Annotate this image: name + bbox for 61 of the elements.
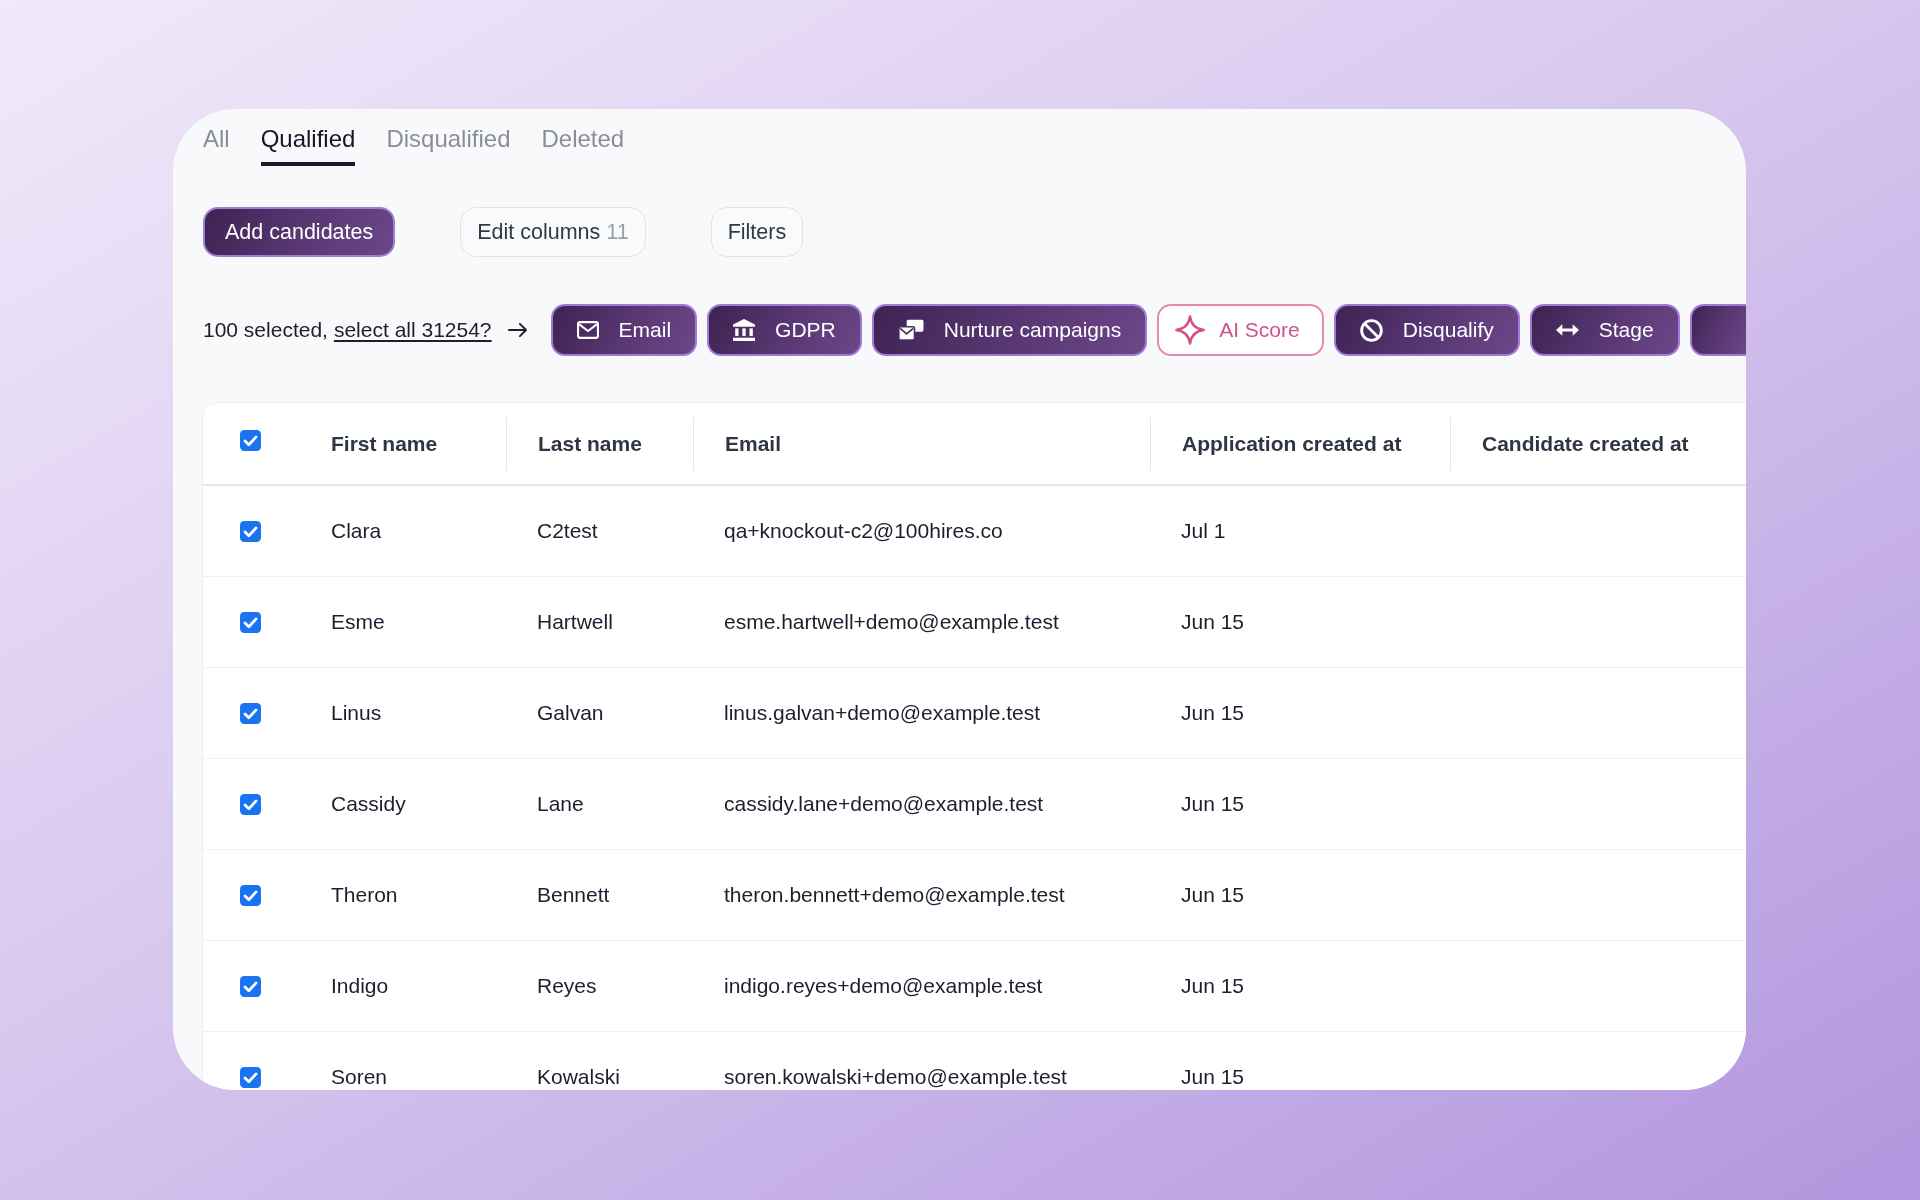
action-button[interactable]: Stage [1529, 304, 1680, 356]
table-cell: Clara [331, 519, 382, 543]
table-cell: Lane [537, 792, 584, 816]
table-cell: Linus [331, 701, 382, 725]
table-cell: Bennett [537, 883, 610, 907]
table-cell: Reyes [537, 974, 597, 998]
table-cell: soren.kowalski+demo@example.test [724, 1065, 1067, 1089]
row-checkbox[interactable] [240, 793, 261, 815]
envelopes-icon [897, 319, 924, 341]
table-cell: Hartwell [537, 610, 613, 634]
table-cell: Jun 15 [1181, 610, 1245, 634]
table-cell: Jun 15 [1181, 883, 1245, 907]
column-header: First name [331, 431, 438, 456]
row-checkbox[interactable] [240, 611, 261, 633]
action-button[interactable]: GDPR [707, 304, 862, 356]
table-cell: Jun 15 [1181, 1065, 1245, 1089]
prohibited-icon [1359, 318, 1383, 342]
table-cell: Jun 15 [1181, 974, 1245, 998]
table-cell: Indigo [331, 974, 389, 998]
toolbar-button[interactable]: Filters [710, 207, 804, 257]
select-all-checkbox[interactable] [240, 430, 261, 451]
row-checkbox[interactable] [240, 884, 261, 906]
table-cell: C2test [537, 519, 598, 543]
column-header: Last name [538, 431, 642, 456]
building-columns-icon [733, 319, 756, 341]
table-cell: cassidy.lane+demo@example.test [724, 792, 1044, 816]
add-button[interactable]: Add candidates [203, 207, 396, 257]
action-button[interactable] [1689, 304, 1746, 356]
table-cell: qa+knockout-c2@100hires.co [724, 519, 1003, 543]
double-arrow-icon [1555, 324, 1579, 336]
select-all-link[interactable]: select all 31254? [333, 318, 492, 341]
table-cell: linus.galvan+demo@example.test [724, 701, 1041, 725]
row-checkbox[interactable] [240, 975, 261, 997]
table-cell: Soren [331, 1065, 388, 1089]
action-button[interactable]: Nurture campaigns [871, 304, 1148, 356]
table-cell: Jun 15 [1181, 792, 1245, 816]
sparkle-icon [1175, 315, 1206, 345]
table-cell: Kowalski [537, 1065, 620, 1089]
action-button[interactable]: Email [550, 304, 698, 356]
toolbar-button[interactable]: Edit columns 11 [460, 207, 646, 257]
arrow-right-icon [507, 322, 528, 338]
tab[interactable]: Qualified [260, 125, 356, 166]
action-button[interactable]: AI Score [1157, 304, 1324, 356]
row-checkbox[interactable] [240, 520, 261, 542]
row-checkbox[interactable] [240, 702, 261, 724]
table-cell: Theron [331, 883, 398, 907]
row-checkbox[interactable] [240, 1066, 261, 1088]
selection-summary: 100 selected, select all 31254? [203, 318, 492, 342]
table-cell: theron.bennett+demo@example.test [724, 883, 1065, 907]
action-button[interactable]: Disqualify [1333, 304, 1520, 356]
table-cell: esme.hartwell+demo@example.test [724, 610, 1059, 634]
envelope-icon [576, 321, 599, 339]
column-header: Email [725, 431, 782, 456]
table-cell: Cassidy [331, 792, 406, 816]
column-header: Candidate created at [1482, 431, 1689, 456]
table-cell: Jul 1 [1181, 519, 1226, 543]
column-header: Application created at [1182, 431, 1402, 456]
table-cell: Esme [331, 610, 385, 634]
table-cell: Jun 15 [1181, 701, 1245, 725]
table-cell: indigo.reyes+demo@example.test [724, 974, 1043, 998]
table-cell: Galvan [537, 701, 604, 725]
